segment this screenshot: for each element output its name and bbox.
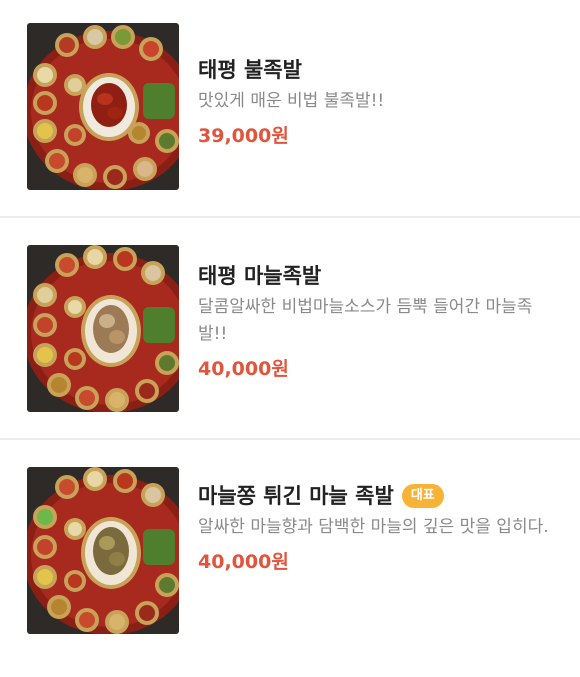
menu-item-name-text: 마늘쫑 튀긴 마늘 족발 <box>198 484 394 508</box>
menu-item-info: 마늘쫑 튀긴 마늘 족발 대표 알싸한 마늘향과 담백한 마늘의 깊은 맛을 입… <box>198 482 560 575</box>
menu-item-description: 맛있게 매운 비법 불족발!! <box>198 91 385 111</box>
menu-item-name-text: 태평 불족발 <box>198 58 302 82</box>
menu-list: 태평 불족발 맛있게 매운 비법 불족발!! 39,000원 태평 마늘족발 달… <box>0 0 580 677</box>
garlic-jokbal-platter-image <box>27 245 179 412</box>
menu-item-description: 달콤알싸한 비법마늘소스가 듬뿍 들어간 마늘족발!! <box>198 297 533 344</box>
spicy-jokbal-platter-image <box>27 23 179 190</box>
signature-badge: 대표 <box>401 484 444 508</box>
menu-item-name-text: 태평 마늘족발 <box>198 264 322 288</box>
menu-item-garlic-jokbal[interactable]: 태평 마늘족발 달콤알싸한 비법마늘소스가 듬뿍 들어간 마늘족발!! 40,0… <box>0 218 580 438</box>
menu-item-description: 알싸한 마늘향과 담백한 마늘의 깊은 맛을 입히다. <box>198 517 549 537</box>
menu-item-price: 40,000원 <box>198 551 289 573</box>
menu-item-name: 마늘쫑 튀긴 마늘 족발 대표 <box>198 482 560 510</box>
menu-item-info: 태평 불족발 맛있게 매운 비법 불족발!! 39,000원 <box>198 56 560 149</box>
menu-item-fried-garlic-jokbal[interactable]: 마늘쫑 튀긴 마늘 족발 대표 알싸한 마늘향과 담백한 마늘의 깊은 맛을 입… <box>0 440 580 677</box>
menu-item-info: 태평 마늘족발 달콤알싸한 비법마늘소스가 듬뿍 들어간 마늘족발!! 40,0… <box>198 262 560 382</box>
menu-item-price: 39,000원 <box>198 125 289 147</box>
menu-item-name: 태평 불족발 <box>198 56 560 84</box>
menu-item-price: 40,000원 <box>198 358 289 380</box>
menu-item-name: 태평 마늘족발 <box>198 262 560 290</box>
menu-item-spicy-jokbal[interactable]: 태평 불족발 맛있게 매운 비법 불족발!! 39,000원 <box>0 0 580 216</box>
fried-garlic-jokbal-platter-image <box>27 467 179 634</box>
